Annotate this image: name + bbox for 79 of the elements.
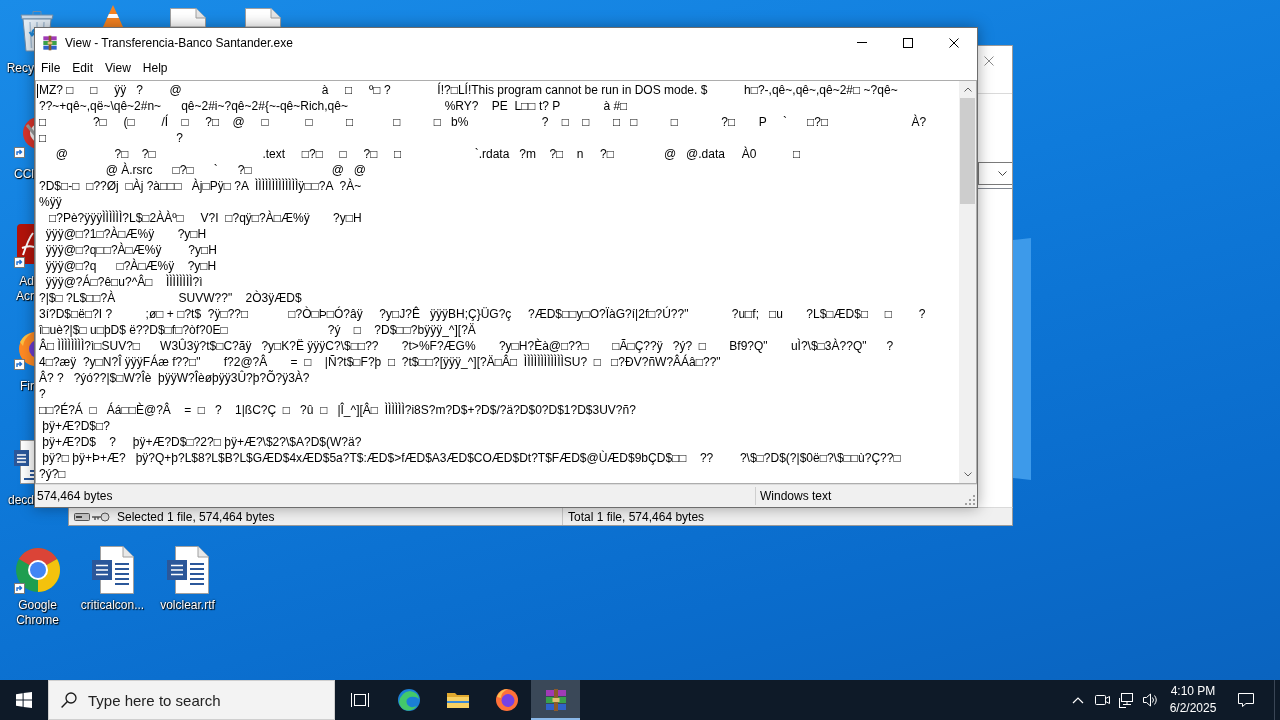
file-size-text: 574,464 bytes [36,489,114,503]
document-icon[interactable] [244,8,281,27]
text-line: ??~+qê~,që~\qê~2#n~ qê~2#i~?qê~2#{~-qê~Rich,qê~ %RY? PE L□□ t? P à #□ [39,98,629,114]
search-icon [61,692,77,708]
text-line: Â□ ÌÌÌÌÌÌÌÌ?ì□SUV?□ W3Û3ÿ?t$□C?ãÿ ?y□K?Ë ÿÿÿC?\$□□?? ?t>%F?ÆG% ?y□H?Èà@□??□ □Ã□Ç??ÿ ?ý? □ Bf9?Q" uÌ?\$□3À??Q" ? [39,338,895,354]
dropdown-field[interactable] [978,162,1012,185]
books-icon [543,688,568,712]
text-line: @ À.rsrc □?□ ` ?□ @ @ [104,162,367,178]
text-line: þÿ?□ þÿ+Þ+Æ? þÿ?Q+þ?L$8?L$B?L$GÆD$4xÆD$5a?T$:ÆD$>fÆD$A3ÆD$COÆD$Dt?T$FÆD$@ÙÆD$9bÇD$□□ ?? ?\$□?D$(?|$0ë□?\$□□ù?Ç??□ [41,450,902,466]
books-icon [42,34,58,51]
text-line: þÿ+Æ?D$ ? þÿ+Æ?D$□?2?□ þÿ+Æ?\$2?\$A?D$(W?ä? [41,434,363,450]
icon-label[interactable]: Fir [20,379,34,394]
drive-icon [74,511,90,522]
clock-date[interactable]: 6/2/2025 [1169,700,1217,717]
text-cursor-icon [37,84,38,98]
windows-logo-icon [16,692,32,708]
text-line: @ ?□ ?□ .text □?□ □ ?□ □ `.rdata ?m ?□ n ?□ @ @.data À0 □ [54,146,802,162]
notification-icon[interactable] [1237,692,1255,708]
minimize-icon [857,42,867,43]
folder-icon [445,690,470,710]
document-icon[interactable] [169,8,206,27]
maximize-icon [903,37,913,48]
icon-label[interactable]: criticalcon... [80,598,145,613]
resize-grip-icon[interactable] [965,495,975,505]
text-line: ÿÿÿ@□?q□□?À□Æ%ÿ ?y□H [44,242,218,258]
camera-icon[interactable] [1094,692,1110,708]
clock-time[interactable]: 4:10 PM [1170,683,1216,700]
text-line: □ ?□ (□ /Í □ ?□ @ □ □ □ □ □ b% ? □ □ □ □ □ ?□ P ` □?□ À? [39,114,928,130]
icon-label[interactable]: volclear.rtf [160,598,215,613]
icon-label[interactable]: Ad Acr [0,274,34,304]
document-icon[interactable] [91,546,134,594]
text-line: ÿÿÿ@?Á□?ê□u?^Â□ ÌÌÌÌÌÌÌÌ?ì [44,274,204,290]
menu-item[interactable]: View [99,58,137,77]
icon-label[interactable]: CCl [14,167,34,182]
text-line: □?Pè?ÿÿÿÌÌÌÌÌÌ?L$□2ÀÀº□ V?I □?qÿ□?À□Æ%ÿ ?y□H [48,210,363,226]
search-field[interactable]: Type here to search [48,680,335,720]
text-line: î□uè?|$□ u□þD$ ë??D$□f□?òf?0E□ ?ý □ ?D$□□?bÿÿÿ_^][?Ä [39,322,477,338]
text-line: ?ý?□ [39,466,67,482]
text-line: □□?É?Á □ Áá□□È@?Â = □ ? 1|ßC?Ç □ ?û □ |Î_^][Â□ ÌÌÌÌÌÌ?i8S?m?D$+?D$/?ä?D$0?D$1?D$3UV?ñ? [39,402,637,418]
menu-item[interactable]: Edit [66,58,100,77]
status-text: Selected 1 file, 574,464 bytes [117,509,275,524]
close-icon [984,56,994,66]
network-icon[interactable] [1118,692,1134,708]
window-title: View - Transferencia-Banco Santander.exe [65,35,294,50]
key-icon [92,511,110,522]
caret-down-icon [998,171,1007,176]
scrollbar[interactable] [959,81,976,483]
close-icon [949,37,959,48]
speaker-icon[interactable] [1142,692,1158,708]
caret-up-icon [963,87,972,92]
menu-item[interactable]: File [35,58,67,77]
swirl-icon [396,688,421,712]
task-view-icon [349,692,370,708]
status-text: Total 1 file, 574,464 bytes [567,509,705,524]
text-line: ? [39,386,47,402]
chevron-up-icon[interactable] [1072,696,1084,704]
app-shortcut-icon[interactable] [14,224,34,268]
text-line: ?|$□ ?L$□□?À SUVW??" 2Ò3ÿÆD$ [39,290,303,306]
text-line: ?D$□-□ □??Øj □Àj ?à□□□ Àj□Pÿ□ ?A ÌÌÌÌÌÌÌÌÌÌÌÌÌÿ□□?A ?À~ [39,178,363,194]
scroll-thumb[interactable] [960,98,975,204]
text-line: ÿÿÿ@□?q □?À□Æ%ÿ ?y□H [44,258,218,274]
globe-flame-icon [494,688,519,712]
icon-label[interactable]: decd [7,493,34,508]
text-line: 3í?D$□ë□?I ? ;ø□ + □?t$ ?ÿ□??□ □?Ò□Þ□Ó?âÿ ?y□J?Ê ÿÿÿBH;Ç}ÜG?ç ?ÆD$□□y□O?ÏàG?í|2f□?Ú??" ?u□f; □u ?L$□ÆD$□ □ ? [39,306,927,322]
document-icon[interactable] [166,546,209,594]
menu-item[interactable]: Help [136,58,174,77]
text-line: 4□?æÿ ?y□N?Î ÿÿÿFÁæ f??□" f?2@?Â = □ |Ñ?t$□F?þ □ ?t$□□?[ÿÿÿ_^][?Ä□Â□ ÌÌÌÌÌÌÌÌÌÌÌÌSU? □ □?ÐV?ñW?ÂÁâ□??" [39,354,722,370]
text-line: %ÿÿ [39,194,63,210]
text-line: Â? ? ?ýó??|$□W?Îè þÿÿW?Îèøþÿÿ3Û?þ?Õ?ÿ3À? [39,370,311,386]
icon-label[interactable]: Recy [6,61,34,76]
icon-label[interactable]: Google Chrome [1,598,74,628]
text-line: □ ? [39,130,184,146]
traffic-cone-icon[interactable] [100,5,125,27]
caret-down-icon [963,472,972,477]
text-line: þÿ+Æ?D$□? [41,418,111,434]
text-line: ÿÿÿ@□?1□?À□Æ%ÿ ?y□H [44,226,208,242]
text-line: MZ? □ □ ÿÿ ? @ à □ º□ ? Í!?□LÍ!This program cannot be run in DOS mode. $ h□?-,qê~,qê~,qê~2#□ ~?qê~ [39,82,899,98]
encoding-text: Windows text [760,489,833,503]
chrome-icon[interactable] [13,546,62,594]
